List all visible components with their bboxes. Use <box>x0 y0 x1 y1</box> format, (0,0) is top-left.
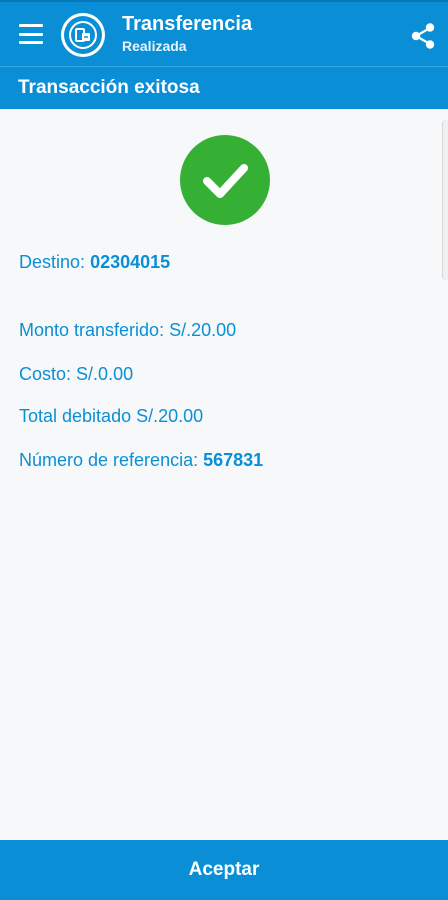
app-screen: Transferencia Realizada Transacción exit… <box>0 0 448 900</box>
monto-label: Monto transferido: <box>19 320 165 340</box>
scroll-indicator[interactable] <box>442 120 448 280</box>
referencia-value: 567831 <box>203 450 264 470</box>
app-bar: Transferencia Realizada <box>0 0 448 66</box>
check-circle-icon <box>180 135 270 225</box>
destino-row: Destino: 02304015 <box>19 252 170 273</box>
costo-row: Costo: S/.0.00 <box>19 364 133 385</box>
bank-logo <box>61 13 105 57</box>
destino-label: Destino: <box>19 252 86 272</box>
menu-icon[interactable] <box>19 24 43 44</box>
share-icon[interactable] <box>410 22 436 50</box>
page-subtitle: Realizada <box>122 38 187 54</box>
costo-value: S/.0.00 <box>76 364 134 384</box>
total-value: S/.20.00 <box>136 406 204 426</box>
costo-label: Costo: <box>19 364 72 384</box>
title-group: Transferencia Realizada <box>122 12 252 56</box>
page-title: Transferencia <box>122 13 253 35</box>
referencia-label: Número de referencia: <box>19 450 199 470</box>
monto-value: S/.20.00 <box>169 320 237 340</box>
monto-row: Monto transferido: S/.20.00 <box>19 320 236 341</box>
destino-value: 02304015 <box>90 252 171 272</box>
total-row: Total debitado S/.20.00 <box>19 406 203 427</box>
total-label: Total debitado <box>19 406 132 426</box>
referencia-row: Número de referencia: 567831 <box>19 450 263 471</box>
accept-button[interactable]: Aceptar <box>0 840 448 900</box>
section-header: Transacción exitosa <box>0 66 448 109</box>
